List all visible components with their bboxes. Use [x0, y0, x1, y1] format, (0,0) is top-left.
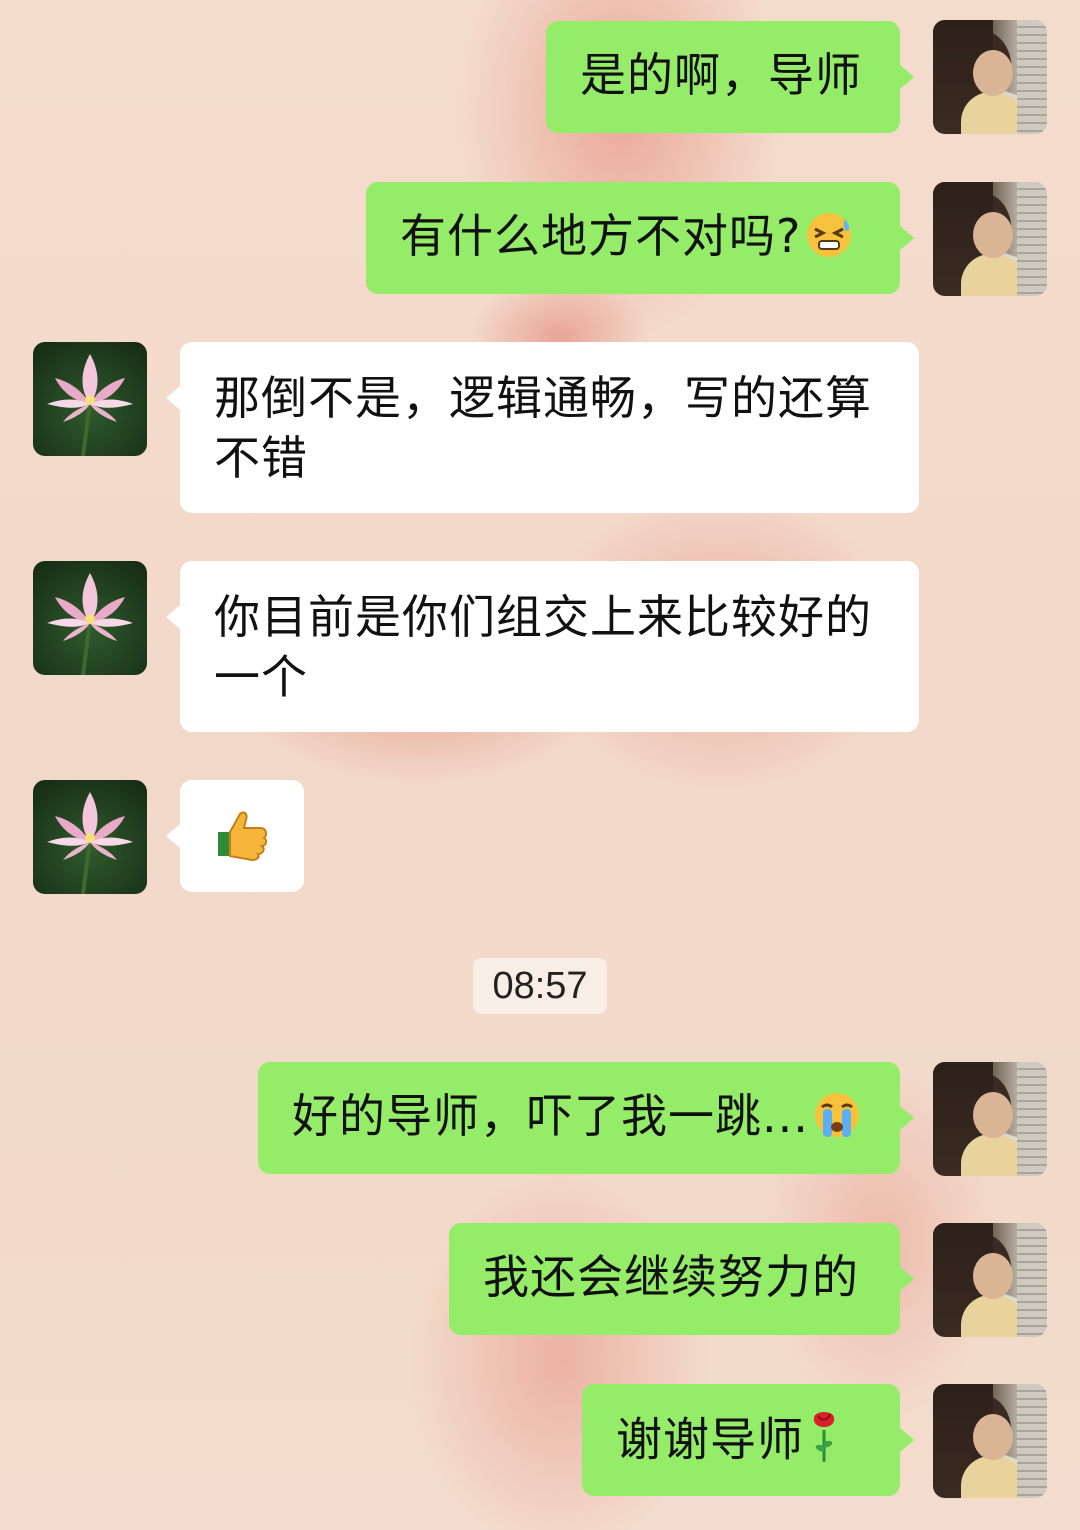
- bubble-tail: [900, 226, 914, 250]
- message-text: 是的啊，导师: [580, 48, 862, 102]
- avatar-contact[interactable]: [33, 342, 147, 456]
- avatar-self[interactable]: [933, 1223, 1047, 1337]
- message-bubble-contact[interactable]: 那倒不是，逻辑通畅，写的还算不错: [180, 342, 919, 513]
- message-bubble-contact[interactable]: 你目前是你们组交上来比较好的一个: [180, 561, 919, 732]
- message-text: 你目前是你们组交上来比较好的一个: [214, 590, 872, 704]
- message-bubble-self[interactable]: 有什么地方不对吗?: [366, 182, 900, 294]
- bubble-tail: [900, 1106, 914, 1130]
- bubble-tail: [166, 824, 180, 848]
- bubble-tail: [166, 386, 180, 410]
- lotus-icon: [47, 792, 133, 894]
- avatar-contact[interactable]: [33, 780, 147, 894]
- message-text: 谢谢导师: [616, 1412, 804, 1467]
- message-text: 有什么地方不对吗?: [400, 209, 802, 263]
- message-bubble-contact[interactable]: [180, 780, 304, 892]
- avatar-self[interactable]: [933, 1062, 1047, 1176]
- grimace-sweat-emoji: [801, 207, 857, 273]
- thumbs-up-emoji: [214, 806, 270, 876]
- lotus-icon: [47, 573, 133, 675]
- message-bubble-self[interactable]: 我还会继续努力的: [449, 1223, 900, 1335]
- avatar-contact[interactable]: [33, 561, 147, 675]
- chat-timestamp: 08:57: [473, 958, 607, 1014]
- message-bubble-self[interactable]: 谢谢导师: [582, 1384, 900, 1496]
- message-text: 好的导师，吓了我一跳...: [292, 1089, 809, 1143]
- avatar-self[interactable]: [933, 182, 1047, 296]
- message-text: 那倒不是，逻辑通畅，写的还算不错: [214, 371, 872, 485]
- message-bubble-self[interactable]: 好的导师，吓了我一跳...: [258, 1062, 900, 1174]
- bubble-tail: [900, 1428, 914, 1452]
- bubble-tail: [166, 605, 180, 629]
- avatar-self[interactable]: [933, 20, 1047, 134]
- message-text: 我还会继续努力的: [483, 1250, 859, 1304]
- crying-emoji: [809, 1087, 865, 1153]
- bubble-tail: [900, 65, 914, 89]
- lotus-icon: [47, 354, 133, 456]
- avatar-self[interactable]: [933, 1384, 1047, 1498]
- message-bubble-self[interactable]: 是的啊，导师: [546, 21, 900, 133]
- rose-emoji: [804, 1408, 844, 1478]
- bubble-tail: [900, 1267, 914, 1291]
